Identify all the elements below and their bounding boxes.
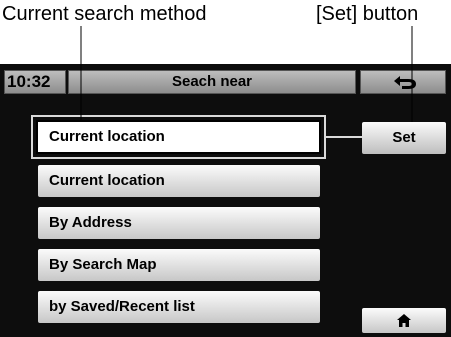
callout-current-search-method: Current search method (2, 3, 207, 25)
callout-set-button: [Set] button (316, 3, 419, 25)
back-arrow-icon (394, 76, 416, 89)
set-button[interactable]: Set (362, 122, 446, 154)
back-button[interactable] (360, 70, 446, 94)
option-current-location[interactable]: Current location (38, 165, 320, 197)
home-button[interactable] (362, 308, 446, 333)
manual-figure: Current search method [Set] button 10:32… (0, 0, 451, 337)
current-search-method: Current location (36, 120, 321, 154)
home-icon (397, 314, 411, 327)
option-by-saved-recent-list[interactable]: by Saved/Recent list (38, 291, 320, 323)
option-by-address[interactable]: By Address (38, 207, 320, 239)
clock: 10:32 (4, 70, 66, 94)
screen-title: Seach near (68, 70, 356, 94)
device-screen: 10:32 Seach near Current location Set Cu… (0, 64, 451, 337)
status-bar: 10:32 Seach near (0, 68, 451, 96)
option-by-search-map[interactable]: By Search Map (38, 249, 320, 281)
